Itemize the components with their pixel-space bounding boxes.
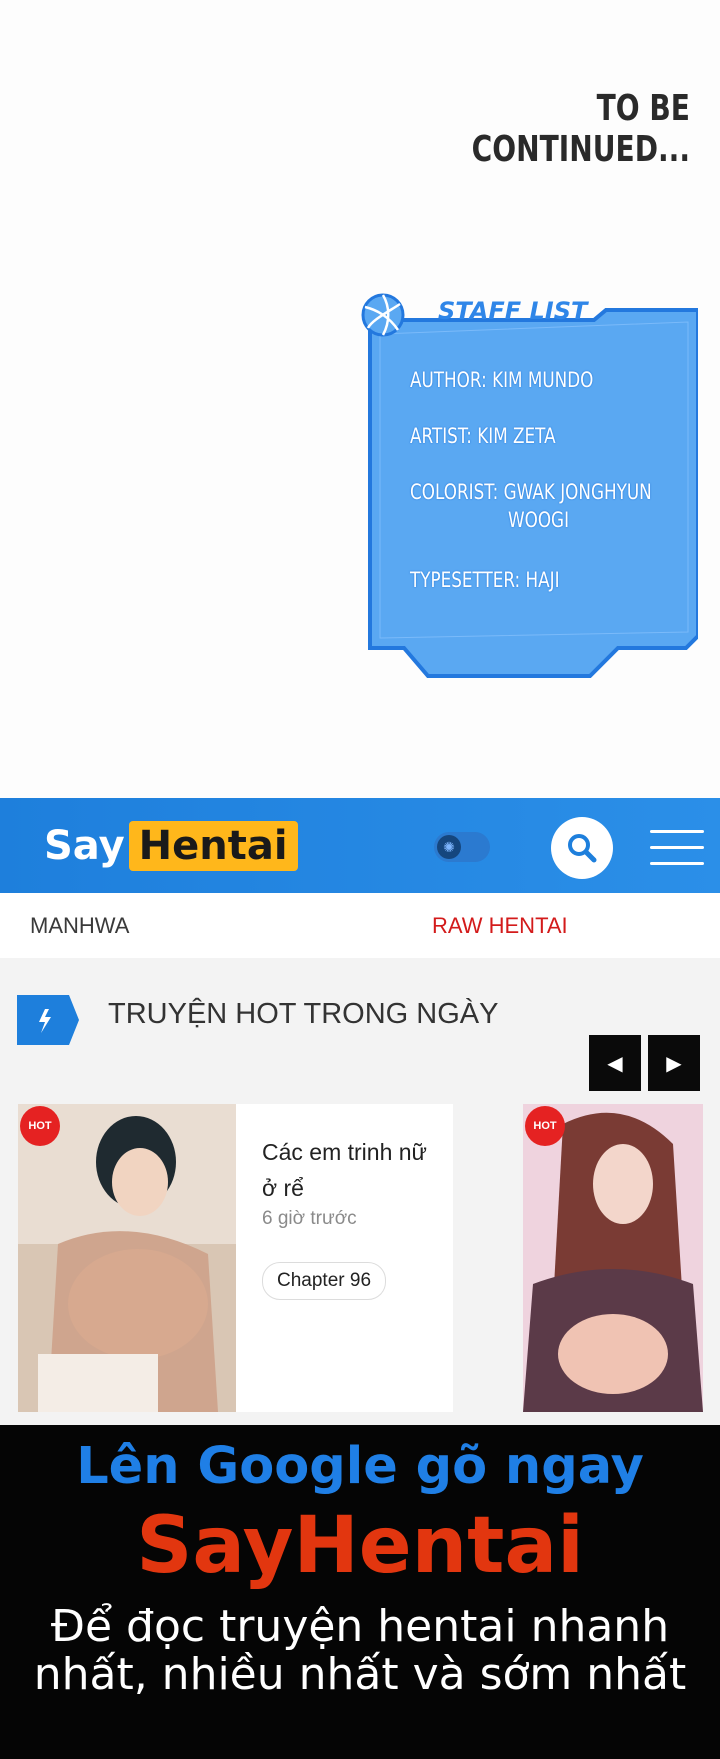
staff-list-card: STAFF LIST AUTHOR: KIM MUNDO ARTIST: KIM…	[358, 292, 698, 684]
search-button[interactable]	[551, 817, 613, 879]
banner-brand: SayHentai	[136, 1501, 584, 1591]
carousel-next-button[interactable]: ▶	[648, 1035, 700, 1091]
staff-artist: ARTIST: KIM ZETA	[410, 424, 556, 448]
hot-today-section: TRUYỆN HOT TRONG NGÀY ◀ ▶ HOT Các em tri…	[0, 958, 720, 1425]
moon-icon: ✺	[437, 835, 461, 859]
site-logo[interactable]: Say Hentai	[44, 816, 298, 876]
caret-right-icon: ▶	[666, 1052, 682, 1075]
to-be-continued-text: TO BE CONTINUED...	[471, 88, 690, 170]
carousel-prev-button[interactable]: ◀	[589, 1035, 641, 1091]
manga-updated-time: 6 giờ trước	[262, 1208, 357, 1229]
hamburger-menu-button[interactable]	[650, 826, 704, 870]
nav-item-manhwa[interactable]: MANHWA	[30, 913, 129, 939]
search-icon	[568, 834, 597, 863]
staff-colorist: COLORIST: GWAK JONGHYUN	[410, 480, 652, 504]
manga-card-2-thumbnail[interactable]	[523, 1104, 703, 1412]
volleyball-icon	[361, 293, 405, 337]
banner-line-1: Lên Google gõ ngay	[76, 1437, 644, 1496]
manga-card[interactable]: HOT Các em trinh nữ ở rể 6 giờ trước Cha…	[18, 1104, 453, 1412]
manga-thumbnail[interactable]	[18, 1104, 236, 1412]
staff-colorist-2: WOOGI	[508, 508, 570, 532]
lightning-icon	[17, 995, 79, 1045]
category-nav: MANHWA RAW HENTAI	[0, 893, 720, 958]
theme-toggle[interactable]: ✺	[434, 832, 490, 862]
chapter-button[interactable]: Chapter 96	[262, 1262, 387, 1300]
staff-author: AUTHOR: KIM MUNDO	[410, 368, 594, 392]
hot-badge: HOT	[20, 1106, 60, 1146]
promo-banner: Lên Google gõ ngay SayHentai Để đọc truy…	[0, 1425, 720, 1759]
staff-list-title: STAFF LIST	[438, 297, 588, 325]
hot-badge: HOT	[525, 1106, 565, 1146]
manga-title[interactable]: Các em trinh nữ ở rể	[262, 1134, 442, 1206]
comic-end-panel: TO BE CONTINUED... STAFF LIST AUTHOR: KI…	[0, 0, 720, 798]
logo-say: Say	[44, 823, 125, 869]
section-title: TRUYỆN HOT TRONG NGÀY	[108, 998, 499, 1030]
logo-hentai: Hentai	[128, 821, 298, 871]
banner-line-3: Để đọc truyện hentai nhanh nhất, nhiều n…	[33, 1601, 687, 1700]
staff-typesetter: TYPESETTER: HAJI	[410, 568, 560, 592]
hamburger-menu-icon	[650, 830, 704, 833]
nav-item-raw-hentai[interactable]: RAW HENTAI	[432, 913, 568, 939]
caret-left-icon: ◀	[607, 1052, 623, 1075]
